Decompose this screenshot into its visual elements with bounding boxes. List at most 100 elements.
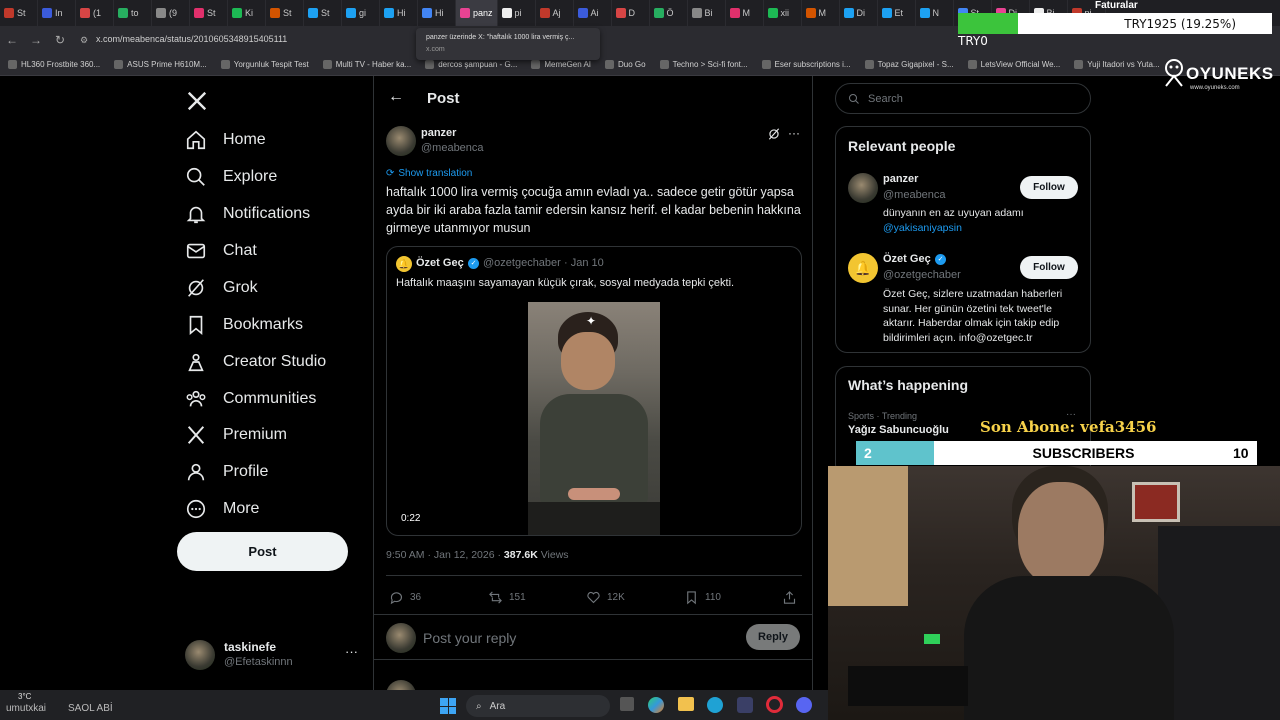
browser-tab[interactable]: M bbox=[802, 0, 840, 26]
nav-grok[interactable]: Grok bbox=[185, 273, 258, 303]
share-action[interactable] bbox=[782, 590, 797, 605]
back-icon[interactable]: ← bbox=[0, 33, 24, 47]
search-box[interactable]: Search bbox=[835, 83, 1091, 114]
browser-tab[interactable]: Hi bbox=[380, 0, 418, 26]
browser-tab[interactable]: St bbox=[266, 0, 304, 26]
author-name[interactable]: panzer bbox=[421, 127, 456, 139]
browser-tab[interactable]: pi bbox=[498, 0, 536, 26]
bookmark-item[interactable]: dercos şampuan - G... bbox=[425, 60, 517, 69]
bookmark-action[interactable]: 110 bbox=[684, 590, 721, 605]
follow-button[interactable]: Follow bbox=[1020, 256, 1078, 279]
bookmark-item[interactable]: Topaz Gigapixel - S... bbox=[864, 60, 954, 69]
nav-premium[interactable]: Premium bbox=[185, 420, 287, 450]
browser-tab[interactable]: Di bbox=[840, 0, 878, 26]
browser-tab[interactable]: Et bbox=[878, 0, 916, 26]
nav-explore[interactable]: Explore bbox=[185, 162, 277, 192]
author-avatar[interactable] bbox=[386, 126, 416, 156]
post-header: ← Post bbox=[374, 76, 812, 120]
bookmark-item[interactable]: Multi TV - Haber ka... bbox=[322, 60, 411, 69]
nav-bookmarks[interactable]: Bookmarks bbox=[185, 310, 303, 340]
browser-tab[interactable]: Ki bbox=[228, 0, 266, 26]
bookmark-item[interactable]: LetsView Official We... bbox=[967, 60, 1060, 69]
grok-explain-icon[interactable] bbox=[767, 127, 781, 141]
like-action[interactable]: 12K bbox=[586, 590, 625, 605]
reply-action[interactable]: 36 bbox=[389, 590, 421, 605]
repost-action[interactable]: 151 bbox=[488, 590, 526, 605]
post-timestamp[interactable]: 9:50 AM · Jan 12, 2026 · bbox=[386, 549, 501, 561]
weather-temp[interactable]: 3°C bbox=[18, 692, 31, 701]
windows-start-icon[interactable] bbox=[440, 698, 456, 714]
browser-tab[interactable]: to bbox=[114, 0, 152, 26]
bookmark-item[interactable]: Techno > Sci-fi font... bbox=[659, 60, 748, 69]
show-translation-link[interactable]: ⟳ Show translation bbox=[386, 168, 472, 179]
browser-tab[interactable]: St bbox=[190, 0, 228, 26]
forward-icon[interactable]: → bbox=[24, 33, 48, 47]
nav-profile[interactable]: Profile bbox=[185, 457, 268, 487]
browser-tab[interactable]: St bbox=[0, 0, 38, 26]
quoted-post[interactable]: 🔔 Özet Geç ✓ @ozetgechaber · Jan 10 Haft… bbox=[386, 246, 802, 536]
tab-label: M bbox=[742, 8, 751, 18]
reload-icon[interactable]: ↻ bbox=[48, 33, 72, 47]
account-more-icon[interactable]: ··· bbox=[345, 644, 358, 659]
browser-tab[interactable]: In bbox=[38, 0, 76, 26]
tab-favicon-icon bbox=[501, 8, 512, 18]
nav-home[interactable]: Home bbox=[185, 125, 266, 155]
copilot-icon[interactable] bbox=[648, 697, 664, 713]
post-more-icon[interactable]: ··· bbox=[788, 126, 800, 140]
bookmark-item[interactable]: Duo Go bbox=[605, 60, 646, 69]
browser-tab[interactable]: Aj bbox=[536, 0, 574, 26]
discord-icon[interactable] bbox=[796, 697, 812, 713]
url-field[interactable]: x.com/meabenca/status/201060534891540511… bbox=[96, 34, 287, 44]
bookmark-item[interactable]: Eser subscriptions i... bbox=[761, 60, 851, 69]
browser-tab[interactable]: St bbox=[304, 0, 342, 26]
tab-label: xii bbox=[780, 8, 790, 18]
browser-tab[interactable]: N bbox=[916, 0, 954, 26]
quote-video[interactable]: ✦ bbox=[528, 302, 660, 535]
trend-name[interactable]: Yağız Sabuncuoğlu bbox=[848, 424, 949, 436]
browser-tab[interactable]: xii bbox=[764, 0, 802, 26]
x-logo-icon[interactable] bbox=[186, 90, 208, 112]
browser-tab[interactable]: gi bbox=[342, 0, 380, 26]
reply-button[interactable]: Reply bbox=[746, 624, 800, 650]
account-switcher[interactable]: taskinefe @Efetaskinnn ··· bbox=[185, 638, 365, 672]
site-info-icon[interactable]: ⚙ bbox=[72, 35, 96, 46]
browser-tab[interactable]: Ö bbox=[650, 0, 688, 26]
person-bio-link[interactable]: @yakisaniyapsin bbox=[883, 222, 962, 234]
person-avatar[interactable] bbox=[848, 173, 878, 203]
browser-tab[interactable]: Hi bbox=[418, 0, 456, 26]
post-button[interactable]: Post bbox=[177, 532, 348, 571]
bookmark-item[interactable]: Yorgunluk Tespit Test bbox=[220, 60, 309, 69]
browser-tab[interactable]: Ai bbox=[574, 0, 612, 26]
browser-tab[interactable]: (1 bbox=[76, 0, 114, 26]
nav-communities[interactable]: Communities bbox=[185, 384, 316, 414]
file-explorer-icon[interactable] bbox=[678, 697, 694, 711]
browser-tab[interactable]: M bbox=[726, 0, 764, 26]
task-view-icon[interactable] bbox=[620, 697, 634, 711]
follow-button[interactable]: Follow bbox=[1020, 176, 1078, 199]
back-arrow-icon[interactable]: ← bbox=[388, 88, 404, 106]
browser-tab[interactable]: panz bbox=[456, 0, 498, 26]
browser-tab[interactable]: (9 bbox=[152, 0, 190, 26]
nav-chat[interactable]: Chat bbox=[185, 236, 257, 266]
person-handle[interactable]: @ozetgechaber bbox=[883, 269, 961, 281]
nav-notifications[interactable]: Notifications bbox=[185, 199, 310, 229]
person-name[interactable]: panzer bbox=[883, 173, 918, 185]
bookmark-item[interactable]: Yuji Itadori vs Yuta... bbox=[1074, 60, 1160, 69]
bookmark-item[interactable]: ASUS Prime H610M... bbox=[114, 60, 207, 69]
browser-tab[interactable]: D bbox=[612, 0, 650, 26]
reply-icon bbox=[390, 592, 402, 605]
edge-icon[interactable] bbox=[707, 697, 723, 713]
nav-creator-studio[interactable]: Creator Studio bbox=[185, 347, 326, 377]
taskbar-search[interactable]: ⌕ Ara bbox=[466, 695, 610, 717]
author-handle[interactable]: @meabenca bbox=[421, 142, 484, 154]
person-handle[interactable]: @meabenca bbox=[883, 189, 946, 201]
bookmark-item[interactable]: MemeGen AI bbox=[531, 60, 591, 69]
opera-icon[interactable] bbox=[766, 696, 783, 713]
person-name[interactable]: Özet Geç bbox=[883, 253, 931, 265]
nav-more[interactable]: More bbox=[185, 494, 259, 524]
store-icon[interactable] bbox=[737, 697, 753, 713]
person-avatar[interactable]: 🔔 bbox=[848, 253, 878, 283]
browser-tab[interactable]: Bi bbox=[688, 0, 726, 26]
bookmark-item[interactable]: HL360 Frostbite 360... bbox=[8, 60, 100, 69]
reply-input[interactable]: Post your reply bbox=[423, 630, 516, 646]
